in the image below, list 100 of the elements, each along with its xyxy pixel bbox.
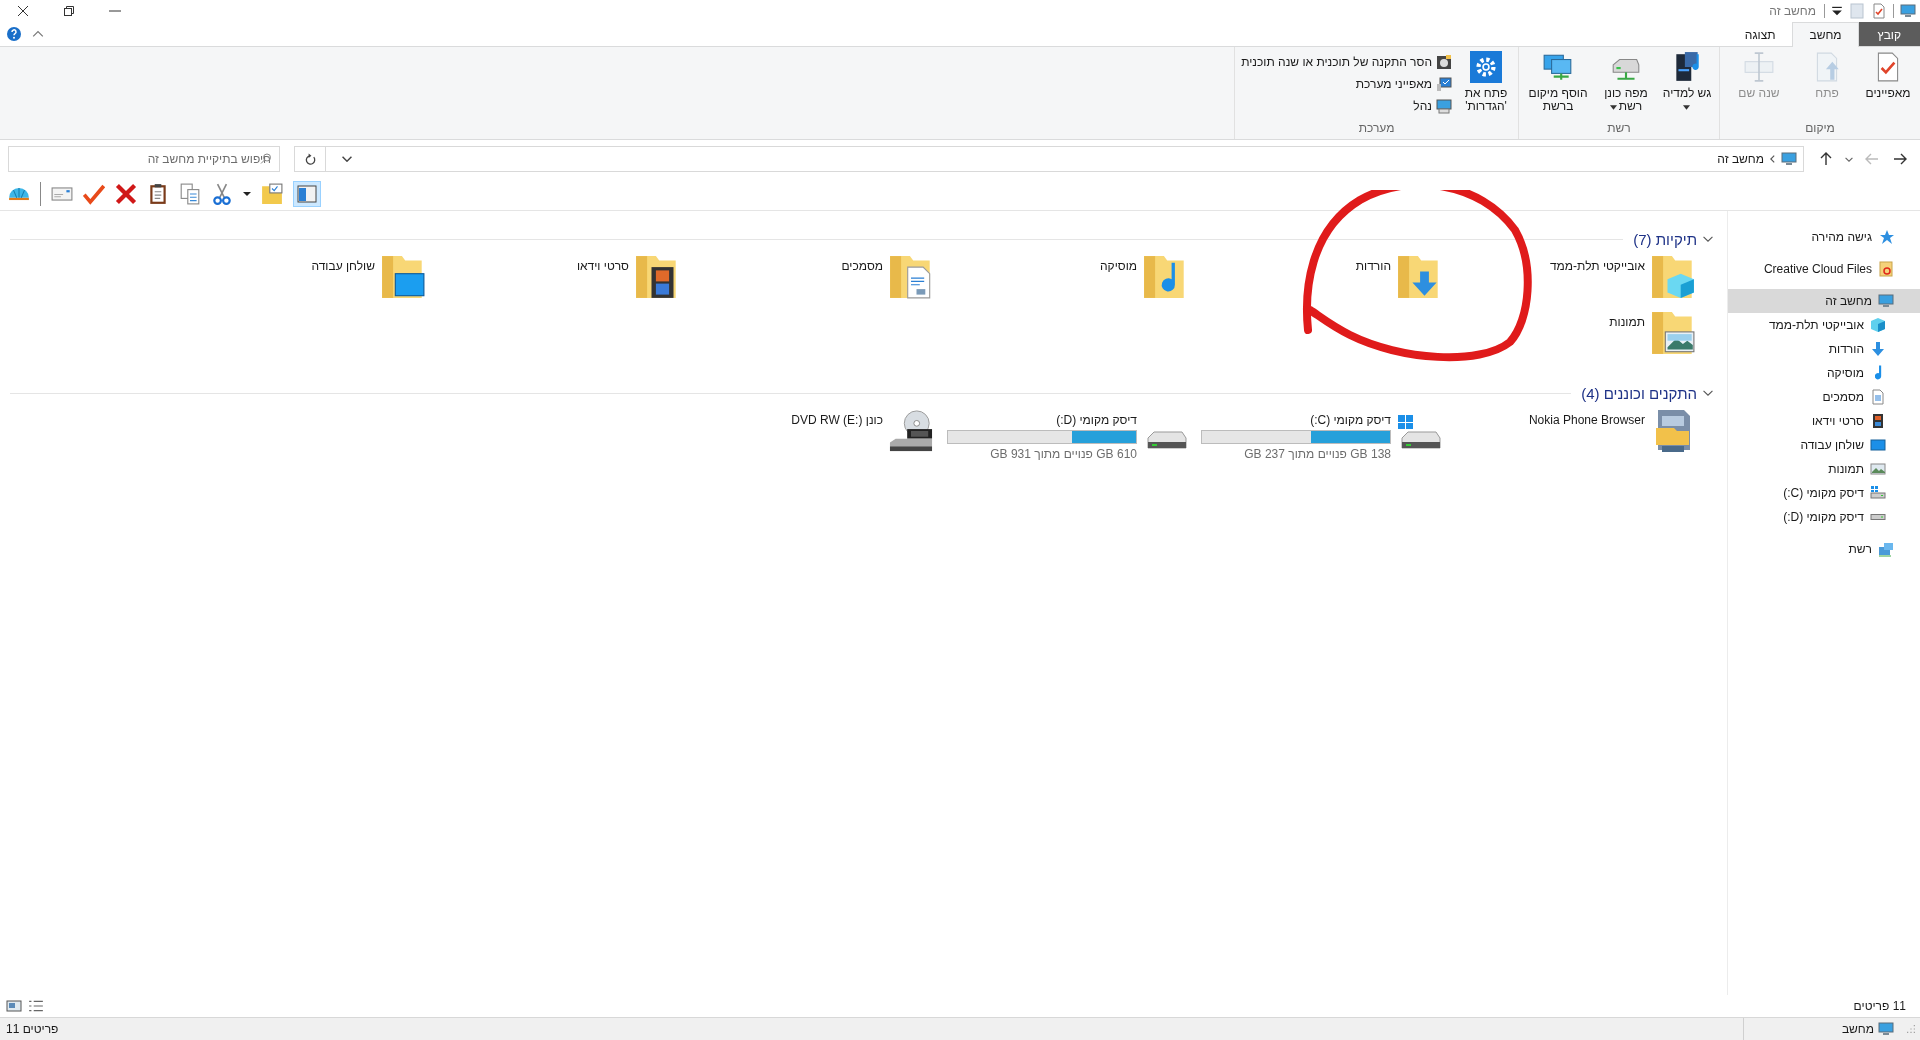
folder-name: מוסיקה	[1099, 259, 1137, 273]
nav-pane-item[interactable]: הורדות	[1728, 337, 1920, 361]
preview-pane-button[interactable]	[293, 181, 321, 207]
device-tile[interactable]: כונן DVD RW (E:)	[697, 409, 951, 465]
nav-pane-item[interactable]: דיסק מקומי (C:)	[1728, 481, 1920, 505]
ribbon-command[interactable]: נהל	[1241, 97, 1452, 115]
ribbon-command[interactable]: מאפיינים	[1862, 51, 1914, 121]
nav-pane-item[interactable]: רשת	[1728, 537, 1920, 561]
ribbon-group-label: רשת	[1606, 121, 1632, 137]
folder-name: שולחן עבודה	[311, 259, 375, 273]
folder-tile[interactable]: הורדות	[1205, 255, 1459, 311]
ribbon-tab[interactable]: מחשב	[1792, 22, 1859, 47]
drive-tile[interactable]: דיסק מקומי (D:) 610 GB פנויים מתוך 931 GB	[951, 409, 1205, 465]
item-count: 11 פריטים	[1853, 999, 1906, 1013]
delete-icon[interactable]	[115, 183, 137, 205]
collapse-ribbon-icon[interactable]	[32, 28, 44, 40]
file-tab[interactable]: קובץ	[1858, 22, 1920, 46]
download-arrow-icon	[1870, 341, 1886, 357]
folder-icon	[1651, 255, 1695, 299]
section-header[interactable]: התקנים וכוננים (4)	[1581, 384, 1697, 402]
nav-pane-item[interactable]: Creative Cloud Files	[1728, 257, 1920, 281]
folder-icon	[635, 255, 679, 299]
nav-pane-item[interactable]: דיסק מקומי (D:)	[1728, 505, 1920, 529]
customize-dropdown-icon[interactable]	[1831, 5, 1843, 17]
help-icon[interactable]	[6, 26, 22, 42]
folder-tile[interactable]: מוסיקה	[951, 255, 1205, 311]
status-location: מחשב	[1841, 1022, 1874, 1036]
search-field[interactable]: חיפוש בתיקיית מחשב זה	[8, 146, 280, 172]
pane-layout-icon	[297, 185, 317, 203]
computer-icon	[1878, 1021, 1894, 1037]
ribbon-command[interactable]: הוסף מיקום ברשת	[1525, 51, 1591, 121]
address-bar[interactable]: מחשב זה	[294, 146, 1804, 172]
free-space-text: 138 GB פנויים מתוך 237 GB	[1243, 447, 1391, 461]
folder-name: סרטי וידאו	[576, 259, 629, 273]
nav-pane-item[interactable]: מוסיקה	[1728, 361, 1920, 385]
system-properties-icon	[1436, 76, 1452, 92]
chevron-down-icon	[1845, 156, 1853, 162]
drive-name: דיסק מקומי (C:)	[1309, 413, 1391, 427]
cloud-folder-icon	[1878, 261, 1894, 277]
drive-tile[interactable]: דיסק מקומי (C:) 138 GB פנויים מתוך 237 GB	[1205, 409, 1459, 465]
large-icons-view-icon[interactable]	[6, 998, 22, 1014]
ribbon-command[interactable]: מפה כונן רשת	[1595, 51, 1657, 121]
refresh-icon	[303, 152, 317, 166]
desktop-icon	[1870, 437, 1886, 453]
clipboard-icon[interactable]	[147, 183, 169, 205]
ribbon-command[interactable]: מאפייני מערכת	[1241, 75, 1452, 93]
device-name: Nokia Phone Browser	[1528, 413, 1645, 427]
dvd-drive-icon	[889, 409, 933, 453]
folder-name: תמונות	[1609, 315, 1645, 329]
scissors-icon[interactable]	[211, 183, 233, 205]
collapse-chevron-icon[interactable]	[1703, 234, 1713, 244]
folder-name: אובייקטי תלת-ממד	[1549, 259, 1645, 273]
nav-pane-item[interactable]: תמונות	[1728, 457, 1920, 481]
ribbon-command[interactable]: פתח את 'הגדרות'	[1460, 51, 1512, 121]
copy-icon[interactable]	[179, 183, 201, 205]
nav-pane-item[interactable]: שולחן עבודה	[1728, 433, 1920, 457]
folder-name: מסמכים	[841, 259, 883, 273]
nav-pane-item[interactable]: מסמכים	[1728, 385, 1920, 409]
drive-name: דיסק מקומי (D:)	[1055, 413, 1137, 427]
folder-tile[interactable]: סרטי וידאו	[443, 255, 697, 311]
free-space-text: 610 GB פנויים מתוך 931 GB	[989, 447, 1137, 461]
folder-tile[interactable]: מסמכים	[697, 255, 951, 311]
nav-pane-item[interactable]: אובייקטי תלת-ממד	[1728, 313, 1920, 337]
chevron-down-icon[interactable]	[342, 156, 352, 162]
folder-tile[interactable]: אובייקטי תלת-ממד	[1459, 255, 1713, 311]
folder-icon	[889, 255, 933, 299]
disc-drive-icon	[1436, 54, 1452, 70]
computer-icon	[1781, 151, 1797, 167]
ribbon-tab[interactable]: תצוגה	[1727, 22, 1793, 46]
resize-grip-icon	[1906, 1024, 1916, 1034]
status-item-count: 11 פריטים	[6, 1022, 59, 1036]
restore-icon	[63, 5, 75, 17]
network-icon	[1878, 541, 1894, 557]
monitor-icon	[1436, 98, 1452, 114]
folder-icon	[381, 255, 425, 299]
star-icon	[1878, 229, 1894, 245]
folder-icon	[1143, 255, 1187, 299]
checkmark-icon[interactable]	[83, 183, 105, 205]
properties-icon[interactable]	[1871, 3, 1887, 19]
folder-tile[interactable]: תמונות	[1459, 311, 1713, 367]
nav-pane-item[interactable]: מחשב זה	[1728, 289, 1920, 313]
nav-pane-item[interactable]: סרטי וידאו	[1728, 409, 1920, 433]
collapse-chevron-icon[interactable]	[1703, 388, 1713, 398]
chevron-icon[interactable]	[1770, 155, 1775, 163]
folder-tile[interactable]: שולחן עבודה	[189, 255, 443, 311]
section-header[interactable]: תיקיות (7)	[1633, 230, 1697, 248]
film-icon	[1870, 413, 1886, 429]
computer-icon	[1878, 293, 1894, 309]
ribbon-command[interactable]: הסר התקנה של תוכנית או שנה תוכנית	[1241, 53, 1452, 71]
ribbon-command[interactable]: גש למדיה	[1661, 51, 1713, 121]
music-note-icon	[1875, 365, 1882, 381]
nav-pane-item[interactable]: גישה מהירה	[1728, 225, 1920, 249]
windows-logo-icon	[1398, 415, 1413, 429]
dropdown-arrow-icon[interactable]	[243, 192, 251, 196]
breadcrumb[interactable]: מחשב זה	[1717, 152, 1764, 166]
details-view-icon[interactable]	[28, 998, 44, 1014]
up-arrow-icon	[1820, 152, 1832, 166]
left-arrow-icon	[1865, 153, 1879, 165]
device-tile[interactable]: Nokia Phone Browser	[1459, 409, 1713, 465]
folder-options-icon[interactable]	[261, 183, 283, 205]
